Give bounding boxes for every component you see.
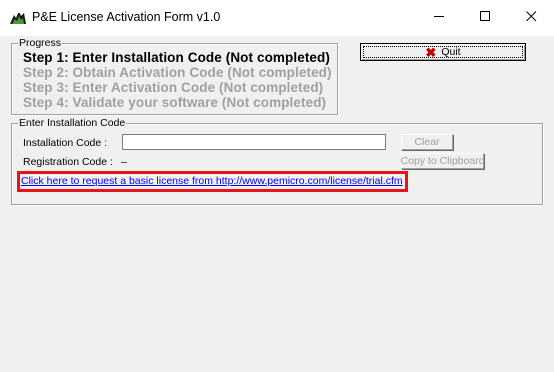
client-area: Progress Step 1: Enter Installation Code…: [0, 36, 554, 372]
step-3-label: Step 3: Enter Activation Code (Not compl…: [23, 80, 324, 95]
window-title: P&E License Activation Form v1.0: [32, 10, 221, 24]
minimize-icon: [433, 9, 445, 27]
close-button[interactable]: [508, 0, 554, 36]
installation-code-input[interactable]: [122, 134, 386, 150]
maximize-icon: [479, 9, 491, 27]
pe-logo-icon: [9, 9, 27, 27]
installation-code-legend: Enter Installation Code: [18, 117, 127, 129]
step-4-label: Step 4: Validate your software (Not comp…: [23, 95, 327, 110]
request-license-link[interactable]: Click here to request a basic license fr…: [21, 175, 403, 187]
installation-code-group: Enter Installation Code Installation Cod…: [11, 117, 543, 205]
registration-code-value: –: [121, 156, 127, 168]
x-icon: ✖: [425, 44, 437, 60]
step-1-label: Step 1: Enter Installation Code (Not com…: [23, 50, 330, 65]
progress-group: Progress Step 1: Enter Installation Code…: [11, 37, 338, 115]
license-activation-window: P&E License Activation Form v1.0 Progres…: [0, 0, 554, 372]
installation-code-label: Installation Code :: [23, 137, 108, 149]
clear-button[interactable]: Clear: [401, 134, 453, 150]
maximize-button[interactable]: [462, 0, 508, 36]
copy-to-clipboard-button[interactable]: Copy to Clipboard: [400, 153, 485, 169]
title-bar[interactable]: P&E License Activation Form v1.0: [0, 0, 554, 36]
close-icon: [525, 9, 537, 27]
registration-code-label: Registration Code :: [23, 156, 113, 168]
quit-button[interactable]: ✖ Quit: [360, 43, 526, 61]
step-2-label: Step 2: Obtain Activation Code (Not comp…: [23, 65, 332, 80]
quit-label: Quit: [441, 46, 461, 58]
progress-legend: Progress: [18, 37, 63, 49]
minimize-button[interactable]: [416, 0, 462, 36]
